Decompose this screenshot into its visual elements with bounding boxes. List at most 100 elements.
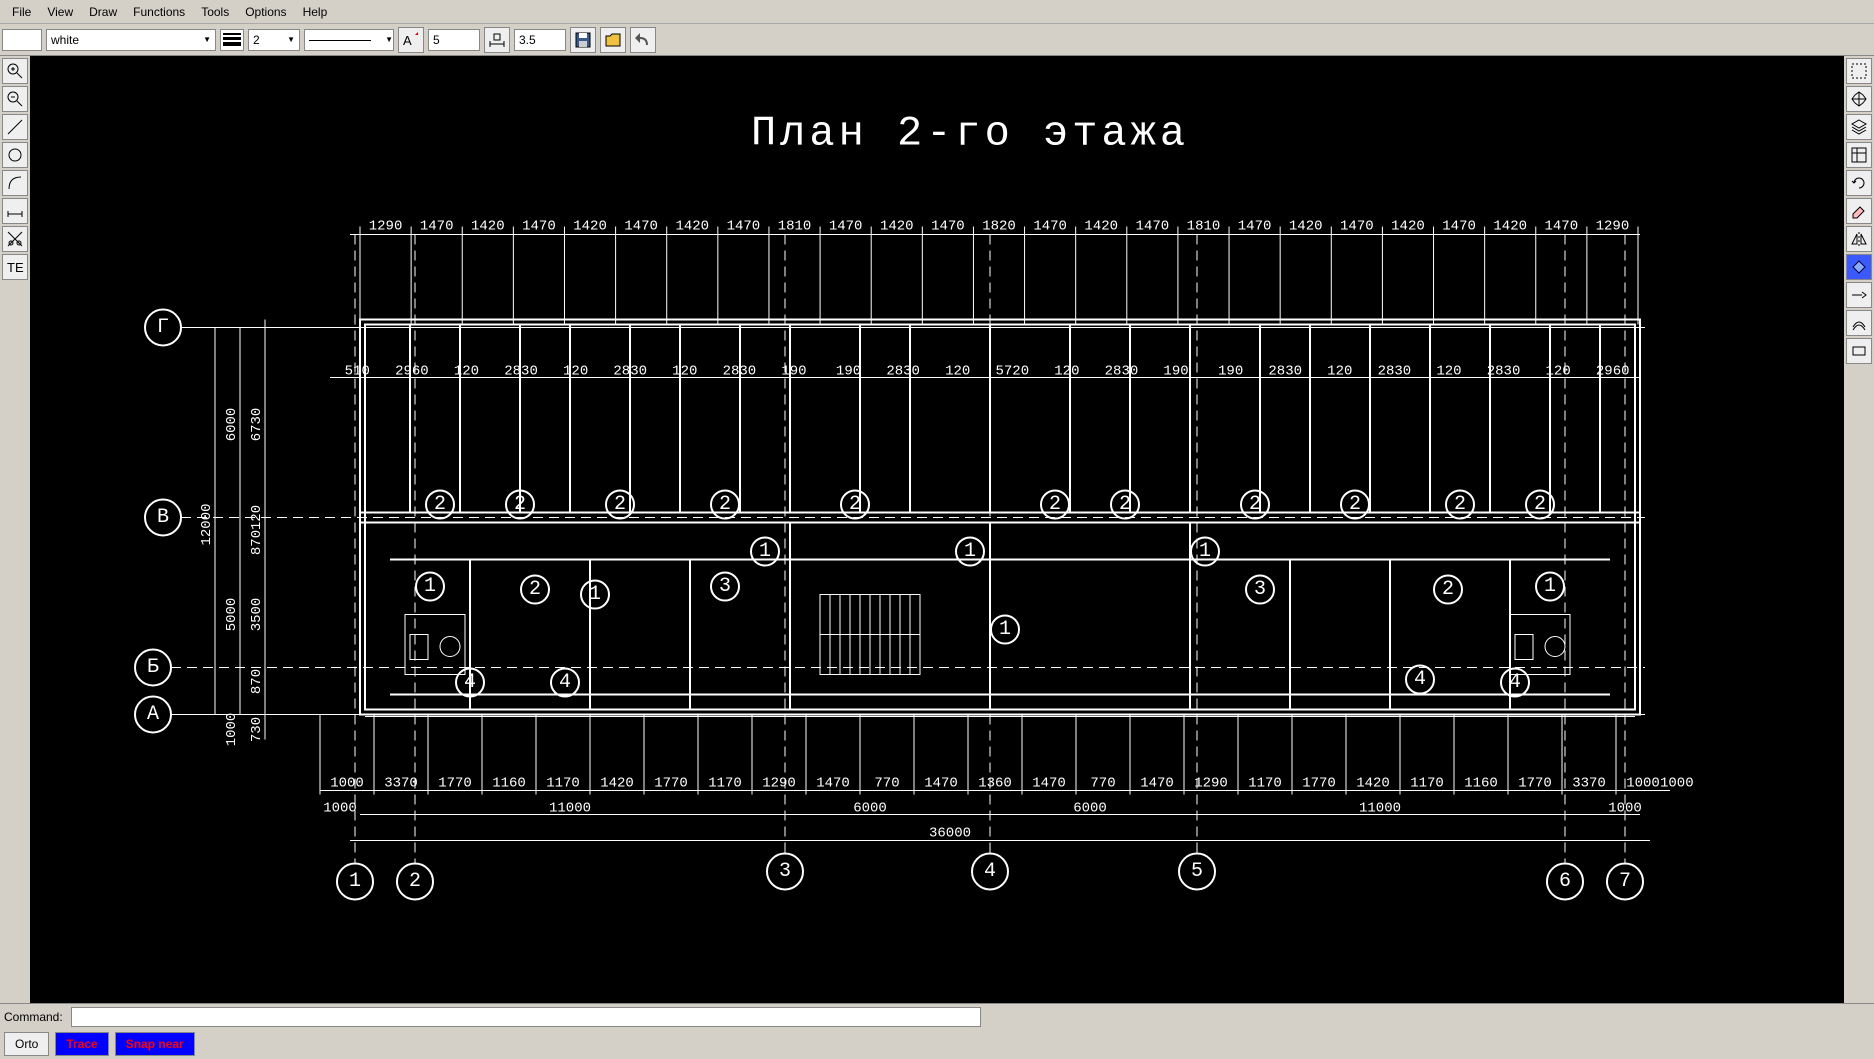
svg-text:1470: 1470 <box>1545 219 1579 235</box>
svg-text:1770: 1770 <box>654 776 688 792</box>
svg-text:1470: 1470 <box>1442 219 1476 235</box>
main-area: TE План 2-го этажа Г В Б А <box>0 56 1874 1003</box>
save-icon[interactable] <box>570 27 596 53</box>
svg-text:770: 770 <box>874 776 899 792</box>
arc-icon[interactable] <box>2 170 28 196</box>
rectangle-icon[interactable] <box>1846 338 1872 364</box>
command-input[interactable] <box>71 1007 981 1027</box>
select-window-icon[interactable] <box>1846 58 1872 84</box>
line-icon[interactable] <box>2 114 28 140</box>
pan-icon[interactable] <box>1846 86 1872 112</box>
svg-text:1770: 1770 <box>438 776 472 792</box>
trim-icon[interactable] <box>2 226 28 252</box>
trace-toggle[interactable]: Trace <box>55 1032 108 1056</box>
status-bar: Orto Trace Snap near <box>0 1029 1874 1059</box>
rotate-icon[interactable] <box>1846 170 1872 196</box>
svg-text:1470: 1470 <box>1140 776 1174 792</box>
svg-text:2: 2 <box>1442 578 1454 601</box>
properties-toolbar: white ▼ 2 ▼ ▼ A 5 3.5 <box>0 24 1874 56</box>
lineweight-dropdown[interactable]: 2 ▼ <box>248 29 300 51</box>
top-inner-dim-values: 5102960120283012028301202830190190283012… <box>330 364 1640 380</box>
svg-text:1420: 1420 <box>1356 776 1390 792</box>
text-height-input[interactable]: 5 <box>428 29 480 51</box>
svg-text:1000: 1000 <box>1626 776 1660 792</box>
svg-text:1: 1 <box>349 870 361 893</box>
svg-text:2: 2 <box>529 578 541 601</box>
menu-help[interactable]: Help <box>295 3 336 21</box>
layer-icon[interactable] <box>1846 114 1872 140</box>
svg-text:2: 2 <box>1534 493 1546 516</box>
mirror-icon[interactable] <box>1846 226 1872 252</box>
svg-text:4: 4 <box>1414 668 1426 691</box>
dim-scale-value: 3.5 <box>519 33 536 47</box>
svg-text:2: 2 <box>849 493 861 516</box>
text-style-icon[interactable]: A <box>398 27 424 53</box>
svg-text:1420: 1420 <box>1084 219 1118 235</box>
svg-text:А: А <box>147 703 159 726</box>
svg-text:1360: 1360 <box>978 776 1012 792</box>
text-tool-icon[interactable]: TE <box>2 254 28 280</box>
svg-text:2: 2 <box>1349 493 1361 516</box>
svg-text:2: 2 <box>409 870 421 893</box>
svg-text:1420: 1420 <box>675 219 709 235</box>
dimension-icon[interactable] <box>2 198 28 224</box>
linetype-dropdown[interactable]: ▼ <box>304 29 394 51</box>
svg-text:1470: 1470 <box>1032 776 1066 792</box>
snap-toggle[interactable]: Snap near <box>115 1032 195 1056</box>
draw-toolbar: TE <box>0 56 30 1003</box>
menu-functions[interactable]: Functions <box>125 3 193 21</box>
svg-text:1420: 1420 <box>1289 219 1323 235</box>
section-dims: 11000 6000 6000 11000 <box>360 801 1640 817</box>
stair <box>820 595 920 675</box>
erase-icon[interactable] <box>1846 198 1872 224</box>
svg-text:1470: 1470 <box>931 219 965 235</box>
svg-text:Г: Г <box>157 316 169 339</box>
dim-style-icon[interactable] <box>484 27 510 53</box>
svg-text:1420: 1420 <box>880 219 914 235</box>
overall-dim: 36000 <box>929 826 971 842</box>
svg-text:1: 1 <box>1199 540 1211 563</box>
dropdown-arrow-icon: ▼ <box>203 35 211 44</box>
svg-text:1160: 1160 <box>492 776 526 792</box>
axis-letters: Г В Б А <box>135 310 181 733</box>
svg-text:1420: 1420 <box>573 219 607 235</box>
dim-scale-input[interactable]: 3.5 <box>514 29 566 51</box>
color-dropdown[interactable]: white ▼ <box>46 29 216 51</box>
svg-text:730: 730 <box>249 717 265 742</box>
menu-draw[interactable]: Draw <box>81 3 125 21</box>
svg-text:1170: 1170 <box>1248 776 1282 792</box>
paint-icon[interactable] <box>1846 254 1872 280</box>
undo-icon[interactable] <box>630 27 656 53</box>
open-icon[interactable] <box>600 27 626 53</box>
svg-text:770: 770 <box>1090 776 1115 792</box>
circle-icon[interactable] <box>2 142 28 168</box>
zoom-in-icon[interactable] <box>2 58 28 84</box>
zoom-out-icon[interactable] <box>2 86 28 112</box>
svg-text:TE: TE <box>7 260 24 275</box>
drawing-canvas[interactable]: План 2-го этажа Г В Б А <box>30 56 1844 1003</box>
color-name: white <box>51 33 79 47</box>
dropdown-arrow-icon: ▼ <box>287 35 295 44</box>
drawing-svg: План 2-го этажа Г В Б А <box>30 56 1844 1003</box>
orto-toggle[interactable]: Orto <box>4 1032 49 1056</box>
lineweight-value: 2 <box>253 33 260 47</box>
svg-text:1290: 1290 <box>762 776 796 792</box>
svg-text:1470: 1470 <box>829 219 863 235</box>
svg-text:1470: 1470 <box>816 776 850 792</box>
extend-icon[interactable] <box>1846 282 1872 308</box>
svg-text:2: 2 <box>1049 493 1061 516</box>
offset-icon[interactable] <box>1846 310 1872 336</box>
room-bubbles-mid: 1 1 1 1 <box>751 538 1219 644</box>
menu-file[interactable]: File <box>4 3 39 21</box>
svg-text:1170: 1170 <box>708 776 742 792</box>
svg-text:1470: 1470 <box>1238 219 1272 235</box>
color-swatch[interactable] <box>2 29 42 51</box>
menu-options[interactable]: Options <box>237 3 294 21</box>
svg-text:2: 2 <box>1454 493 1466 516</box>
menu-tools[interactable]: Tools <box>193 3 237 21</box>
menu-view[interactable]: View <box>39 3 81 21</box>
properties-icon[interactable] <box>1846 142 1872 168</box>
svg-text:1810: 1810 <box>778 219 812 235</box>
svg-text:1470: 1470 <box>1033 219 1067 235</box>
fixture-left <box>405 615 465 675</box>
